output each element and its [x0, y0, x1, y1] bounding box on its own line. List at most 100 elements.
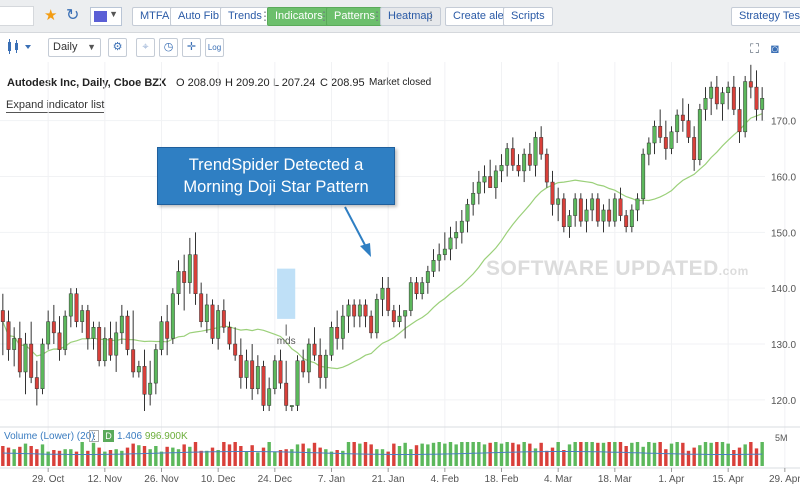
candle	[329, 321, 334, 361]
candle-body	[335, 327, 340, 339]
volume-bar	[499, 443, 504, 466]
candle	[165, 304, 170, 356]
volume-bar	[97, 447, 101, 466]
candle	[261, 360, 266, 412]
candle	[63, 310, 68, 356]
candle	[658, 109, 663, 143]
volume-bar	[63, 449, 67, 466]
candle-body	[595, 198, 600, 222]
candle	[74, 288, 79, 328]
candle	[340, 304, 345, 350]
candle-body	[476, 181, 481, 194]
candle-body	[380, 287, 385, 300]
candle	[187, 237, 192, 294]
candle	[244, 349, 249, 389]
volume-bar	[250, 445, 254, 466]
candle-body	[403, 310, 408, 317]
info-icon[interactable]: ⋮	[89, 430, 99, 442]
candle	[238, 338, 243, 389]
candle-body	[556, 198, 561, 205]
volume-label[interactable]: Volume (Lower) (20)	[4, 431, 95, 442]
candle-body	[136, 366, 141, 373]
candle	[295, 355, 300, 412]
candle	[204, 293, 209, 333]
candle-body	[550, 181, 555, 205]
candle-body	[459, 220, 464, 233]
volume-bar	[692, 447, 696, 466]
callout-line-1: TrendSpider Detected a	[188, 156, 364, 174]
volume-bar	[511, 442, 515, 466]
candle-body	[533, 137, 538, 166]
candle	[561, 193, 566, 233]
candle-body	[573, 198, 578, 216]
volume-bar	[550, 447, 555, 466]
candle-body	[561, 198, 566, 227]
volume-bar	[69, 449, 73, 466]
volume-bar	[380, 449, 385, 466]
candle-body	[17, 338, 22, 373]
candle-body	[465, 204, 470, 222]
volume-bar	[533, 448, 538, 466]
candle-body	[250, 360, 255, 389]
volume-bar	[607, 442, 611, 466]
candle	[159, 316, 164, 356]
d-badge[interactable]: D	[103, 430, 114, 442]
volume-bar	[125, 447, 130, 466]
x-tick-label: 18. Feb	[485, 474, 519, 485]
candle	[369, 310, 374, 339]
candle	[442, 232, 447, 261]
candle-body	[97, 327, 102, 362]
candle	[754, 70, 759, 121]
volume-bar	[301, 443, 305, 466]
candle-body	[6, 321, 11, 350]
volume-bar	[743, 444, 747, 466]
volume-bar	[556, 442, 560, 466]
candle	[68, 288, 73, 328]
candle	[731, 75, 736, 116]
candle	[737, 87, 742, 143]
volume-bar	[624, 446, 628, 466]
candle	[414, 277, 419, 300]
candle	[533, 131, 538, 177]
candle	[12, 327, 17, 367]
candle-body	[216, 310, 221, 339]
volume-bar	[52, 450, 56, 466]
volume-bar	[528, 443, 532, 466]
volume-bar	[35, 449, 39, 466]
volume-bar	[482, 444, 487, 466]
candle-body	[431, 260, 436, 272]
volume-bar	[613, 442, 617, 466]
volume-bar	[375, 449, 379, 466]
candle	[278, 349, 283, 389]
candle-body	[420, 282, 425, 295]
candle	[465, 198, 470, 233]
price-chart[interactable]: 120.0 130.0 140.0 150.0 160.0 170.0 29. Oct 12…	[0, 0, 800, 490]
candle-body	[91, 327, 96, 339]
volume-bar	[108, 450, 113, 466]
volume-bar	[641, 446, 645, 466]
candle	[199, 282, 204, 328]
candle	[573, 193, 578, 227]
watermark-text: SOFTWARE UPDATED	[486, 257, 719, 280]
volume-bar	[426, 444, 430, 466]
volume-bar	[171, 447, 175, 466]
volume-bar	[329, 451, 334, 466]
volume-bar	[358, 443, 362, 466]
volume-bar	[267, 442, 271, 466]
x-tick-label: 18. Mar	[598, 474, 633, 485]
candle-body	[80, 310, 85, 322]
candle-body	[505, 148, 510, 166]
volume-scale-label: 5M	[775, 433, 788, 443]
volume-bar	[312, 442, 317, 466]
candle-body	[221, 310, 226, 328]
candle-body	[726, 86, 731, 93]
candle-body	[720, 92, 725, 105]
volume-bar	[188, 446, 192, 466]
candle	[652, 120, 657, 155]
x-tick-label: 4. Feb	[431, 474, 460, 485]
volume-bar	[454, 444, 458, 466]
candle-body	[142, 366, 147, 395]
volume-bar	[522, 442, 526, 466]
candle	[284, 360, 289, 412]
callout-line-2: Morning Doji Star Pattern	[183, 178, 369, 196]
